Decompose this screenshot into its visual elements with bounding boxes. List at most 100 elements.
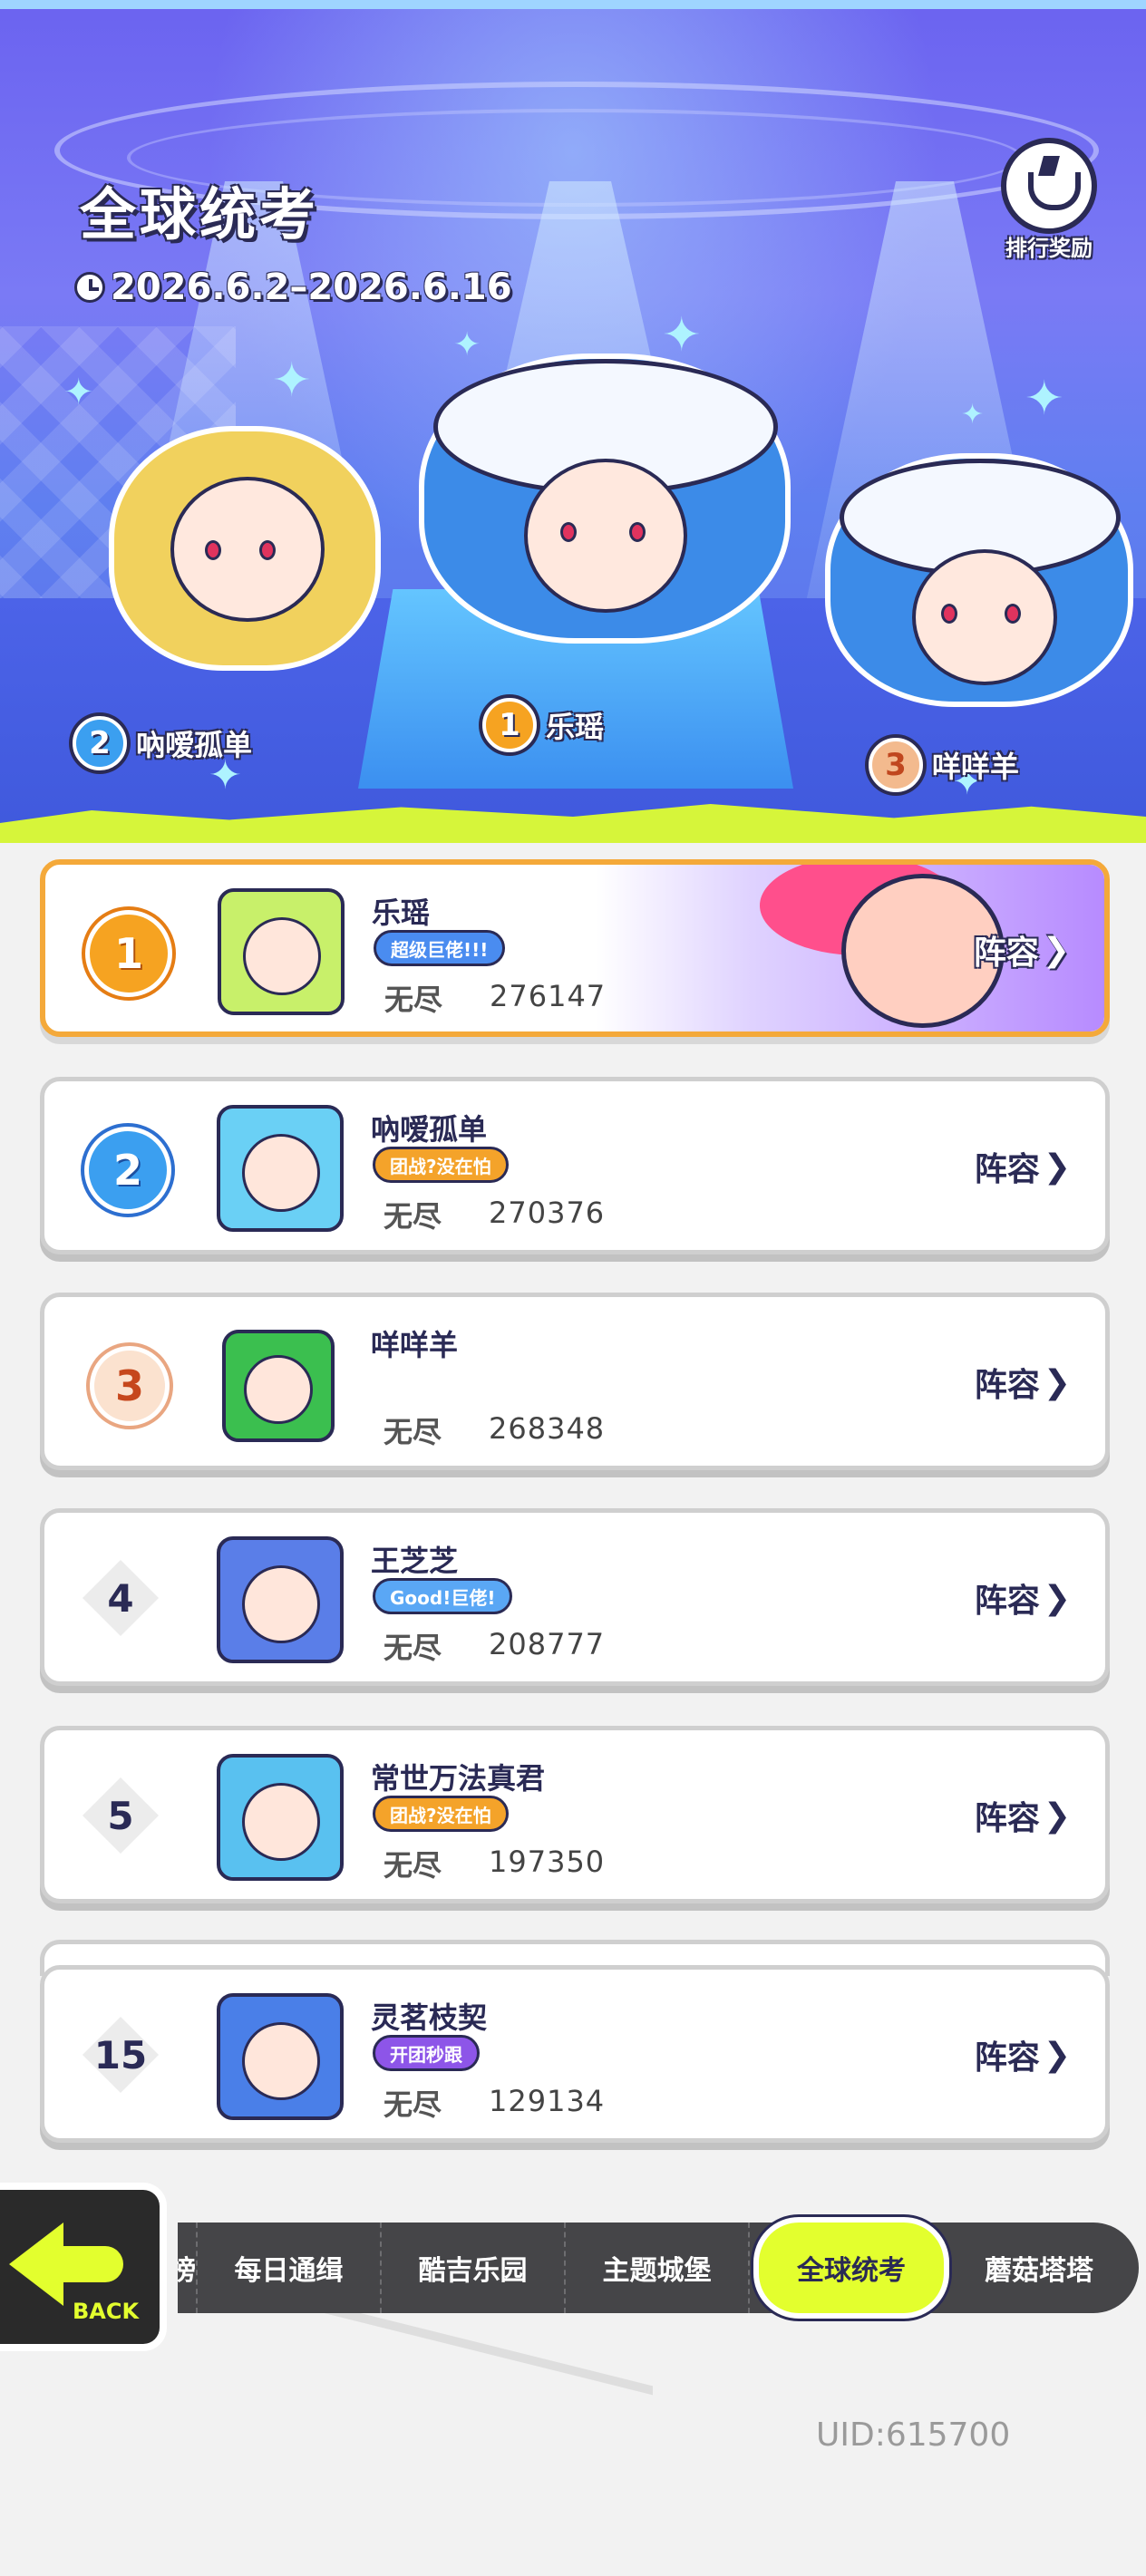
event-date-range: 2026.6.2–2026.6.16 (111, 266, 512, 308)
view-lineup-button[interactable]: 阵容 ❯ (975, 1792, 1071, 1839)
player-score: 208777 (489, 1627, 606, 1661)
avatar-face (242, 1565, 320, 1643)
sparkle-icon: ✦ (63, 372, 94, 413)
chevron-right-icon: ❯ (1043, 1148, 1071, 1186)
chevron-right-icon: ❯ (1043, 2036, 1071, 2074)
podium-name-2: 2 吶嗳孤单 (73, 716, 252, 770)
rank-badge: 15 (83, 2017, 159, 2093)
podium-character-3[interactable] (825, 453, 1133, 707)
clock-icon (74, 272, 105, 303)
player-avatar[interactable] (217, 1105, 344, 1232)
view-lineup-button[interactable]: 阵容 ❯ (975, 1574, 1071, 1622)
rank-row-self[interactable]: 15 灵茗枝契 开团秒跟 无尽 129134 阵容 ❯ (40, 1965, 1110, 2143)
game-mode: 无尽 (384, 983, 443, 1017)
player-avatar[interactable] (217, 1993, 344, 2120)
character-eye (560, 522, 577, 542)
podium-player-name: 乐瑶 (546, 710, 605, 744)
player-score: 129134 (489, 2084, 606, 2118)
player-score: 197350 (489, 1845, 606, 1879)
rank-row-2[interactable]: 2 吶嗳孤单 团战?没在怕 无尽 270376 阵容 ❯ (40, 1077, 1110, 1254)
podium-character-2[interactable] (109, 426, 381, 671)
tab-theme-castle[interactable]: 主题城堡 (566, 2223, 750, 2313)
player-name: 乐瑶 (372, 896, 431, 930)
player-name: 吶嗳孤单 (371, 1112, 488, 1147)
game-mode: 无尽 (384, 1199, 442, 1234)
tab-global-exam[interactable]: 全球统考 (753, 2217, 949, 2319)
podium-character-1[interactable] (419, 353, 791, 644)
page-title: 全球统考 (80, 181, 320, 247)
rank-badge: 3 (90, 1346, 170, 1426)
trophy-icon (1001, 138, 1097, 234)
view-lineup-button[interactable]: 阵容 ❯ (974, 926, 1070, 973)
rank-3-medal-icon: 3 (869, 738, 923, 792)
event-date-row: 2026.6.2–2026.6.16 (74, 266, 512, 308)
player-title-badge: 团战?没在怕 (373, 1796, 509, 1832)
rank-badge: 1 (85, 910, 172, 997)
rank-2-medal-icon: 2 (73, 716, 127, 770)
player-name: 常世万法真君 (371, 1761, 546, 1796)
avatar-face (242, 1783, 320, 1861)
player-title-badge: 团战?没在怕 (373, 1147, 509, 1183)
chevron-right-icon: ❯ (1042, 931, 1070, 969)
avatar-face (242, 2022, 320, 2100)
character-eye (1005, 604, 1021, 624)
podium-name-1: 1 乐瑶 (482, 698, 604, 752)
character-face (524, 459, 687, 613)
chevron-right-icon: ❯ (1043, 1363, 1071, 1401)
user-id: UID:615700 (816, 2416, 1011, 2454)
ranking-rewards-label: 排行奖励 (1005, 236, 1093, 261)
rank-row-5[interactable]: 5 常世万法真君 团战?没在怕 无尽 197350 阵容 ❯ (40, 1726, 1110, 1903)
player-score: 276147 (490, 979, 607, 1013)
tab-kuji-park[interactable]: 酷吉乐园 (382, 2223, 566, 2313)
player-title-badge: 超级巨佬!!! (374, 930, 506, 966)
view-lineup-button[interactable]: 阵容 ❯ (975, 1143, 1071, 1190)
rank-1-medal-icon: 1 (482, 698, 537, 752)
ranking-rewards-button[interactable]: 排行奖励 (990, 138, 1108, 265)
game-mode: 无尽 (384, 1631, 442, 1665)
player-score: 268348 (489, 1411, 606, 1446)
rank-row-4[interactable]: 4 王芝芝 Good!巨佬! 无尽 208777 阵容 ❯ (40, 1508, 1110, 1686)
character-eye (629, 522, 646, 542)
game-mode: 无尽 (384, 1848, 442, 1883)
view-lineup-button[interactable]: 阵容 ❯ (975, 2031, 1071, 2078)
bottom-tab-bar: 榜 每日通缉 酷吉乐园 主题城堡 全球统考 蘑菇塔塔 (178, 2217, 1139, 2319)
tab-daily-wanted[interactable]: 每日通缉 (198, 2223, 382, 2313)
lineup-label: 阵容 (973, 935, 1039, 972)
podium-name-3: 3 咩咩羊 (869, 738, 1019, 792)
player-title-badge: 开团秒跟 (373, 2035, 480, 2071)
avatar-face (242, 1134, 320, 1212)
rank-row-1[interactable]: 1 乐瑶 超级巨佬!!! 无尽 276147 阵容 ❯ (40, 859, 1110, 1037)
avatar-face (244, 1355, 313, 1424)
character-eye (205, 540, 221, 560)
tab-partial[interactable]: 榜 (178, 2223, 198, 2313)
player-avatar[interactable] (217, 1754, 344, 1881)
arrow-left-icon (9, 2223, 63, 2306)
avatar-face (243, 917, 321, 995)
character-eye (259, 540, 276, 560)
lineup-label: 阵容 (974, 1800, 1040, 1837)
rank-badge: 2 (84, 1127, 171, 1214)
player-avatar[interactable] (217, 1536, 344, 1663)
leaderboard-header: ✦ ✦ ✦ ✦ ✦ ✦ ✦ ✦ 全球统考 2026.6.2–2026.6.16 … (0, 0, 1146, 843)
back-button[interactable]: BACK (0, 2183, 167, 2351)
sparkle-icon: ✦ (961, 399, 985, 431)
player-avatar[interactable] (218, 888, 345, 1015)
back-label: BACK (73, 2299, 140, 2324)
player-name: 灵茗枝契 (371, 2000, 488, 2035)
game-mode: 无尽 (384, 2087, 442, 2122)
rank-row-3[interactable]: 3 咩咩羊 无尽 268348 阵容 ❯ (40, 1293, 1110, 1470)
sparkle-icon: ✦ (453, 326, 481, 363)
lineup-label: 阵容 (974, 1151, 1040, 1188)
background-stroke (272, 2290, 653, 2576)
player-avatar[interactable] (222, 1330, 335, 1442)
player-title-badge: Good!巨佬! (373, 1578, 513, 1614)
character-face (170, 477, 325, 622)
top-accent-bar (0, 0, 1146, 9)
player-score: 270376 (489, 1196, 606, 1230)
game-mode: 无尽 (384, 1415, 442, 1449)
tab-mushroom-tower[interactable]: 蘑菇塔塔 (953, 2223, 1125, 2313)
player-name: 王芝芝 (371, 1544, 459, 1578)
sparkle-icon: ✦ (272, 353, 312, 408)
view-lineup-button[interactable]: 阵容 ❯ (975, 1359, 1071, 1406)
rank-badge: 4 (83, 1560, 159, 1636)
